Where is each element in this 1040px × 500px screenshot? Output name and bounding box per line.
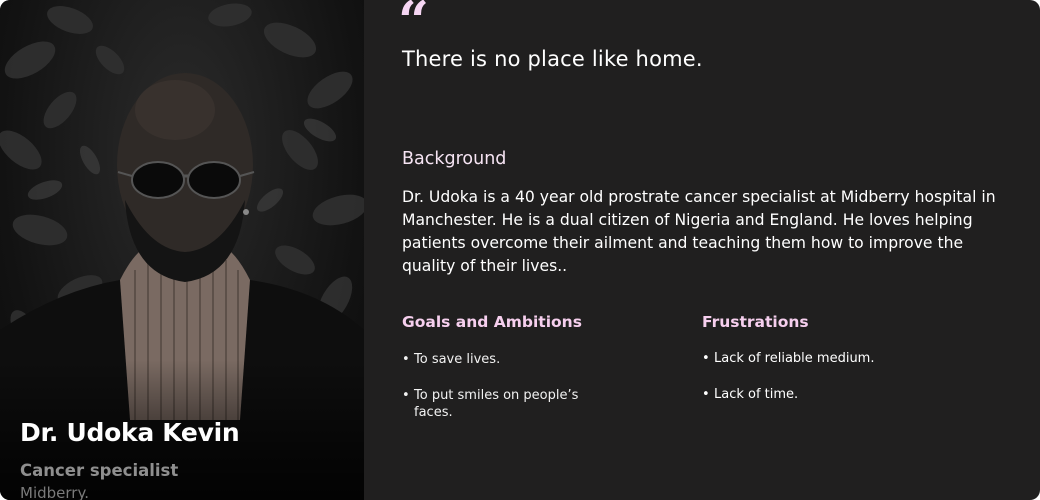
quote-icon: “ [398, 0, 430, 53]
goals-heading: Goals and Ambitions [402, 313, 582, 331]
goals-list-item: To put smiles on people’s faces. [402, 387, 602, 421]
frustrations-heading: Frustrations [702, 313, 809, 331]
goals-list-item: To save lives. [402, 351, 602, 368]
frustrations-list: Lack of reliable medium. Lack of time. [702, 350, 962, 422]
background-heading: Background [402, 149, 507, 169]
person-name: Dr. Udoka Kevin [20, 418, 240, 447]
frustrations-list-item: Lack of time. [702, 386, 962, 403]
goals-list: To save lives. To put smiles on people’s… [402, 351, 602, 440]
person-role: Cancer specialist [20, 461, 179, 480]
background-text: Dr. Udoka is a 40 year old prostrate can… [402, 188, 996, 275]
quote-text: There is no place like home. [402, 47, 703, 71]
profile-photo: Dr. Udoka Kevin Cancer specialist Midber… [0, 0, 364, 500]
frustrations-list-item: Lack of reliable medium. [702, 350, 962, 367]
person-organization: Midberry. [20, 484, 89, 500]
persona-card: Dr. Udoka Kevin Cancer specialist Midber… [0, 0, 1040, 500]
